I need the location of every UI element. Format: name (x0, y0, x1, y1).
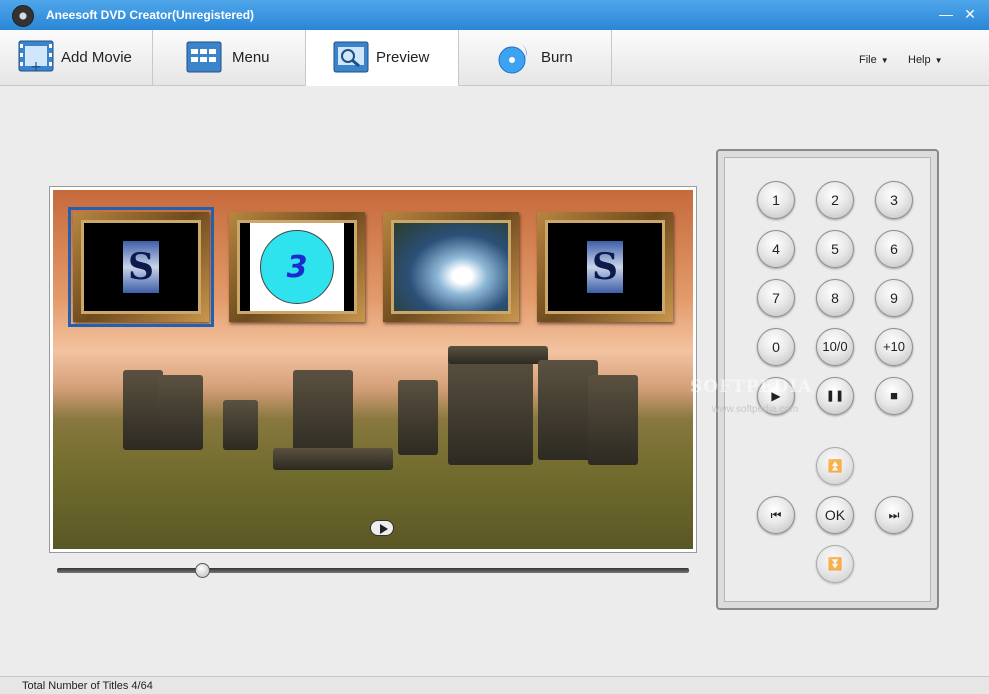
stone-shape (273, 448, 393, 470)
title-bar: Aneesoft DVD Creator(Unregistered) — ✕ (0, 0, 989, 30)
burn-label: Burn (541, 49, 573, 66)
minimize-button[interactable]: — (938, 6, 954, 22)
help-menu-label: Help (908, 54, 931, 66)
key-7-button[interactable]: 7 (757, 279, 795, 317)
main-toolbar: + Add Movie Menu Preview Burn File ▼ Help… (0, 30, 989, 86)
menu-preview-panel: S 3 S (49, 186, 697, 553)
file-menu[interactable]: File ▼ (859, 54, 889, 66)
key-0-button[interactable]: 0 (757, 328, 795, 366)
key-10-0-button[interactable]: 10/0 (816, 328, 854, 366)
title-thumbnail-3[interactable] (383, 212, 519, 322)
thumbnail-frame: S (81, 220, 201, 314)
add-movie-button[interactable]: + Add Movie (0, 30, 153, 86)
stonehenge-background: S 3 S (53, 190, 693, 549)
stone-shape (158, 375, 203, 450)
s-logo-image: S (123, 241, 159, 293)
stone-shape (588, 375, 638, 465)
title-thumbnail-1[interactable]: S (68, 207, 214, 327)
key-6-button[interactable]: 6 (875, 230, 913, 268)
film-strip-icon: + (18, 40, 54, 74)
dvd-app-icon (12, 5, 34, 27)
watermark-url: www.softpedia.com (712, 404, 799, 415)
countdown-clock-image: 3 (260, 230, 334, 304)
s-logo-image: S (587, 241, 623, 293)
menu-label: Menu (232, 49, 270, 66)
dropdown-caret-icon: ▼ (880, 56, 889, 65)
thumbnail-frame: S (545, 220, 665, 314)
key-1-button[interactable]: 1 (757, 181, 795, 219)
preview-label: Preview (376, 49, 430, 66)
preview-button[interactable]: Preview (306, 30, 459, 86)
menu-button[interactable]: Menu (153, 30, 306, 86)
stone-shape (448, 346, 548, 364)
seek-slider-thumb[interactable] (195, 563, 211, 578)
menu-play-icon[interactable] (370, 520, 394, 536)
stone-shape (448, 355, 533, 465)
stone-shape (293, 370, 353, 460)
down-icon[interactable]: ⏬ (816, 545, 854, 583)
key-8-button[interactable]: 8 (816, 279, 854, 317)
up-icon[interactable]: ⏫ (816, 447, 854, 485)
thumbnail-frame (391, 220, 511, 314)
help-menu[interactable]: Help ▼ (908, 54, 943, 66)
previous-icon[interactable]: ⏮ (757, 496, 795, 534)
title-thumbnail-4[interactable]: S (537, 212, 673, 322)
pause-icon[interactable]: ❚❚ (816, 377, 854, 415)
ok-button[interactable]: OK (816, 496, 854, 534)
stone-shape (123, 370, 163, 450)
add-movie-label: Add Movie (61, 49, 132, 66)
burn-disc-icon (498, 42, 527, 74)
svg-text:+: + (30, 59, 42, 74)
status-bar: Total Number of Titles 4/64 (0, 676, 989, 694)
window-title: Aneesoft DVD Creator(Unregistered) (46, 8, 255, 22)
key-3-button[interactable]: 3 (875, 181, 913, 219)
stone-shape (398, 380, 438, 455)
close-button[interactable]: ✕ (962, 6, 978, 22)
title-thumbnail-2[interactable]: 3 (229, 212, 365, 322)
watermark-text: SOFTPEDIA (690, 377, 813, 397)
key-5-button[interactable]: 5 (816, 230, 854, 268)
video-frame-image (394, 223, 508, 311)
key-2-button[interactable]: 2 (816, 181, 854, 219)
thumbnail-frame: 3 (237, 220, 357, 314)
next-icon[interactable]: ⏭ (875, 496, 913, 534)
menu-grid-icon (186, 41, 222, 73)
title-count-text: Total Number of Titles 4/64 (22, 680, 153, 692)
key-9-button[interactable]: 9 (875, 279, 913, 317)
seek-slider-track[interactable] (57, 568, 689, 573)
stop-icon[interactable]: ■ (875, 377, 913, 415)
file-menu-label: File (859, 54, 877, 66)
key-4-button[interactable]: 4 (757, 230, 795, 268)
burn-button[interactable]: Burn (459, 30, 612, 86)
key-plus-10-button[interactable]: +10 (875, 328, 913, 366)
dropdown-caret-icon: ▼ (934, 56, 943, 65)
stone-shape (223, 400, 258, 450)
preview-magnifier-icon (333, 41, 369, 73)
